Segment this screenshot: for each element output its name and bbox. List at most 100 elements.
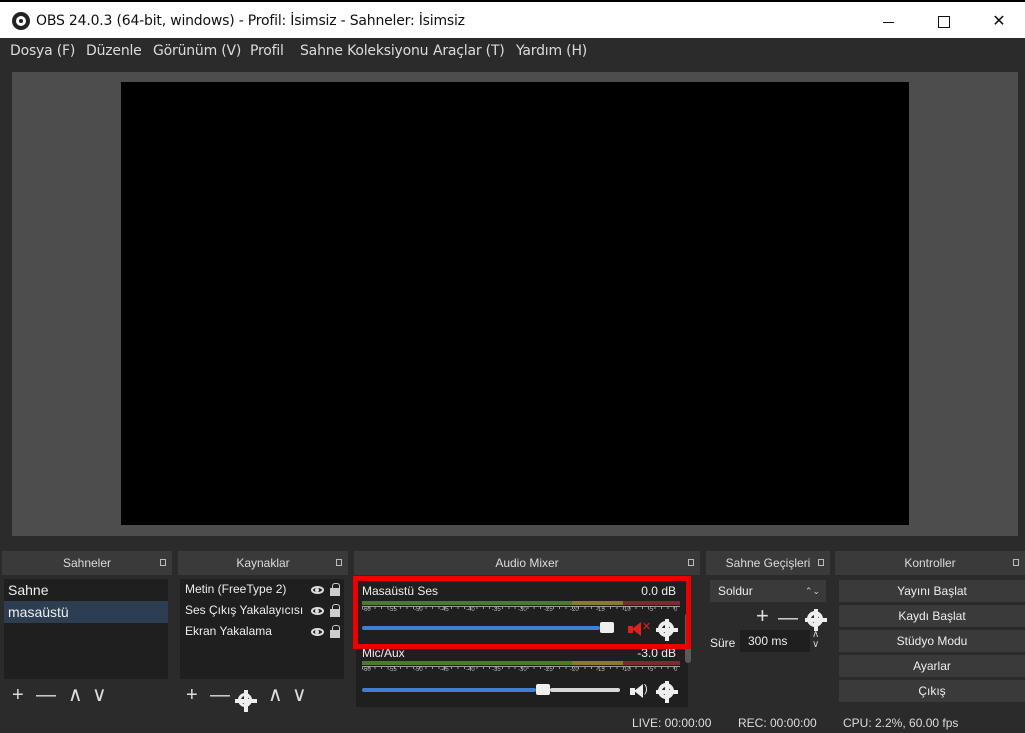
lock-icon[interactable]: [330, 625, 340, 638]
sound-waves-icon: ): [644, 683, 648, 695]
preview-canvas[interactable]: [121, 82, 909, 525]
meter-tick-label: -40: [466, 667, 475, 673]
slider-handle[interactable]: [536, 684, 550, 695]
menu-dosya[interactable]: Dosya (F): [10, 43, 75, 59]
remove-source-button[interactable]: —: [210, 685, 230, 705]
meter-tick-label: -20: [570, 667, 579, 673]
duration-value: 300 ms: [748, 634, 788, 648]
remove-scene-button[interactable]: —: [36, 685, 56, 705]
meter-tick-label: -55: [388, 667, 397, 673]
controls-dock: Kontroller Yayını Başlat Kaydı Başlat St…: [835, 551, 1025, 709]
meter-tick-labels: -60 -55 -50 -45 -40 -35 -30 -25 -20 -15 -10 -5 0: [362, 664, 680, 676]
dock-float-icon[interactable]: [818, 559, 824, 566]
remove-transition-button[interactable]: —: [778, 608, 798, 628]
minimize-button[interactable]: [866, 8, 912, 36]
duration-input[interactable]: 300 ms: [740, 630, 810, 652]
transitions-dock: Sahne Geçişleri Soldur ⌃⌄ + — Süre 300 m…: [706, 551, 830, 709]
controls-title: Kontroller: [904, 556, 956, 570]
scene-item-masaustu[interactable]: masaüstü: [4, 601, 168, 623]
slider-track: [550, 688, 620, 692]
meter-tick-label: -45: [440, 667, 449, 673]
transition-selected: Soldur: [718, 584, 753, 598]
transition-select[interactable]: Soldur ⌃⌄: [710, 580, 826, 602]
sources-header: Kaynaklar: [178, 551, 348, 575]
dock-float-icon[interactable]: [160, 559, 166, 566]
live-time: LIVE: 00:00:00: [632, 716, 712, 730]
meter-tick-label: -60: [362, 667, 371, 673]
speaker-cone: [634, 684, 643, 698]
menu-yardim[interactable]: Yardım (H): [516, 43, 587, 59]
title-bar: OBS 24.0.3 (64-bit, windows) - Profil: İ…: [0, 0, 1025, 38]
meter-tick-label: -10: [622, 667, 631, 673]
lock-icon[interactable]: [330, 583, 340, 596]
settings-button[interactable]: Ayarlar: [839, 655, 1025, 677]
sources-title: Kaynaklar: [236, 556, 290, 570]
exit-button[interactable]: Çıkış: [839, 680, 1025, 702]
duration-label: Süre: [710, 636, 736, 650]
duration-spin-icon[interactable]: ∧ ∨: [812, 630, 819, 650]
transitions-header: Sahne Geçişleri: [706, 551, 830, 575]
visibility-eye-icon[interactable]: [311, 607, 324, 615]
source-label: Ses Çıkış Yakalayıcısı: [185, 603, 304, 617]
dock-float-icon[interactable]: [336, 559, 342, 566]
status-bar: LIVE: 00:00:00 REC: 00:00:00 CPU: 2.2%, …: [0, 713, 1025, 733]
window-title: OBS 24.0.3 (64-bit, windows) - Profil: İ…: [36, 13, 465, 29]
source-label: Metin (FreeType 2): [185, 582, 287, 596]
sources-dock: Kaynaklar Metin (FreeType 2) Ses Çıkış Y…: [178, 551, 348, 712]
maximize-button[interactable]: [921, 8, 967, 36]
menu-duzenle[interactable]: Düzenle: [86, 43, 142, 59]
obs-logo-icon: [12, 12, 30, 30]
volume-slider[interactable]: [362, 684, 620, 695]
rec-time: REC: 00:00:00: [738, 716, 817, 730]
meter-tick-label: -5: [648, 667, 654, 673]
move-source-up-button[interactable]: ∧: [268, 685, 283, 705]
visibility-eye-icon[interactable]: [311, 586, 324, 594]
start-streaming-button[interactable]: Yayını Başlat: [839, 580, 1025, 602]
channel-settings-gear-icon[interactable]: [656, 681, 678, 703]
transition-properties-gear-icon[interactable]: [805, 609, 827, 631]
mixer-header: Audio Mixer: [354, 551, 700, 575]
meter-tick-label: -15: [596, 667, 605, 673]
menu-araclar[interactable]: Araçlar (T): [433, 43, 505, 59]
move-scene-up-button[interactable]: ∧: [68, 685, 83, 705]
meter-tick-label: -25: [544, 667, 553, 673]
preview-area: [12, 72, 1018, 536]
chevron-updown-icon: ⌃⌄: [804, 586, 820, 596]
start-recording-button[interactable]: Kaydı Başlat: [839, 605, 1025, 627]
close-button[interactable]: ✕: [976, 8, 1022, 36]
controls-header: Kontroller: [835, 551, 1025, 575]
source-list: Metin (FreeType 2) Ses Çıkış Yakalayıcıs…: [180, 579, 344, 679]
move-scene-down-button[interactable]: ∨: [92, 685, 107, 705]
add-source-button[interactable]: +: [186, 685, 198, 705]
scene-list: Sahne masaüstü: [4, 579, 168, 679]
annotation-highlight-box: [353, 576, 691, 649]
meter-tick-label: -50: [414, 667, 423, 673]
visibility-eye-icon[interactable]: [311, 628, 324, 636]
source-properties-gear-icon[interactable]: [235, 690, 257, 712]
scenes-header: Sahneler: [2, 551, 172, 575]
dock-float-icon[interactable]: [688, 559, 694, 566]
source-item[interactable]: Ses Çıkış Yakalayıcısı: [180, 600, 344, 621]
studio-mode-button[interactable]: Stüdyo Modu: [839, 630, 1025, 652]
source-item[interactable]: Metin (FreeType 2): [180, 579, 344, 600]
cpu-fps: CPU: 2.2%, 60.00 fps: [843, 716, 959, 730]
source-label: Ekran Yakalama: [185, 624, 272, 638]
speaker-icon[interactable]: ): [630, 683, 650, 699]
menu-gorunum[interactable]: Görünüm (V): [153, 43, 241, 59]
add-scene-button[interactable]: +: [12, 685, 24, 705]
slider-fill: [362, 688, 536, 692]
lock-icon[interactable]: [330, 604, 340, 617]
add-transition-button[interactable]: +: [756, 605, 769, 627]
scenes-dock: Sahneler Sahne masaüstü + — ∧ ∨: [2, 551, 172, 709]
menu-sahne-koleksiyonu[interactable]: Sahne Koleksiyonu: [300, 43, 429, 59]
scene-item-sahne[interactable]: Sahne: [4, 579, 168, 601]
meter-tick-label: 0: [674, 667, 678, 673]
meter-tick-label: -35: [492, 667, 501, 673]
source-item[interactable]: Ekran Yakalama: [180, 621, 344, 642]
mixer-channel-mic: Mic/Aux -3.0 dB -60 -55 -50 -45 -40 -35 -30 -25…: [362, 646, 682, 706]
scenes-title: Sahneler: [62, 556, 112, 570]
menu-profil[interactable]: Profil: [250, 43, 284, 59]
mixer-title: Audio Mixer: [495, 556, 559, 570]
move-source-down-button[interactable]: ∨: [292, 685, 307, 705]
dock-float-icon[interactable]: [1013, 559, 1019, 566]
